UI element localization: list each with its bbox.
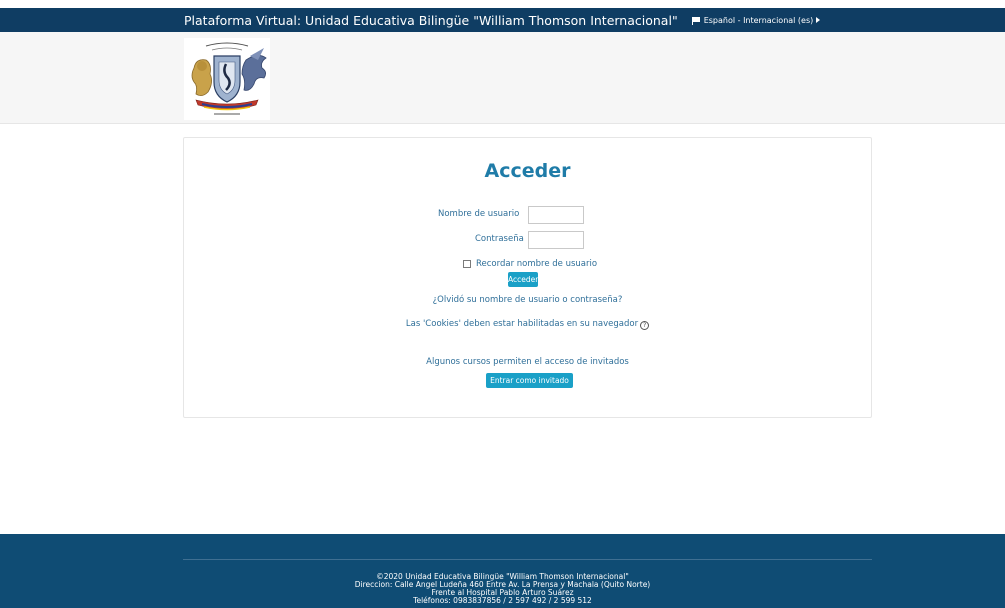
checkbox-box[interactable] [463, 260, 471, 268]
top-navbar: Plataforma Virtual: Unidad Educativa Bil… [0, 8, 1005, 32]
school-crest-icon [191, 42, 267, 115]
password-label: Contraseña [475, 234, 524, 244]
forgot-row: ¿Olvidó su nombre de usuario o contraseñ… [184, 295, 871, 305]
login-panel: Acceder Nombre de usuario Contraseña Rec… [183, 137, 872, 418]
footer-divider [183, 559, 872, 560]
guest-login-button[interactable]: Entrar como invitado [486, 373, 573, 388]
school-logo[interactable] [184, 38, 270, 120]
footer-phones: Teléfonos: 0983837856 / 2 597 492 / 2 59… [413, 596, 592, 605]
page-footer: ©2020 Unidad Educativa Bilingüe "William… [0, 534, 1005, 608]
forgot-credentials-link[interactable]: ¿Olvidó su nombre de usuario o contraseñ… [433, 295, 623, 305]
remember-username-checkbox[interactable]: Recordar nombre de usuario [463, 259, 597, 269]
language-label: Español - Internacional (es) [703, 15, 814, 25]
cookies-notice: Las 'Cookies' deben estar habilitadas en… [405, 319, 639, 329]
flag-icon [691, 16, 701, 25]
help-icon[interactable]: ? [640, 321, 650, 330]
username-label: Nombre de usuario [438, 209, 520, 219]
header-band [0, 32, 1005, 124]
remember-username-label: Recordar nombre de usuario [476, 259, 598, 269]
language-menu[interactable]: Español - Internacional (es) [691, 15, 821, 25]
site-title[interactable]: Plataforma Virtual: Unidad Educativa Bil… [184, 13, 678, 28]
cookies-notice-row: Las 'Cookies' deben estar habilitadas en… [184, 319, 871, 330]
guest-notice-row: Algunos cursos permiten el acceso de inv… [184, 357, 871, 367]
login-submit-button[interactable]: Acceder [508, 272, 538, 287]
password-input[interactable] [528, 231, 584, 249]
login-title: Acceder [484, 160, 571, 182]
caret-right-icon [816, 17, 821, 23]
guest-access-notice: Algunos cursos permiten el acceso de inv… [426, 357, 629, 367]
username-input[interactable] [528, 206, 584, 224]
navbar-content: Plataforma Virtual: Unidad Educativa Bil… [184, 8, 821, 32]
